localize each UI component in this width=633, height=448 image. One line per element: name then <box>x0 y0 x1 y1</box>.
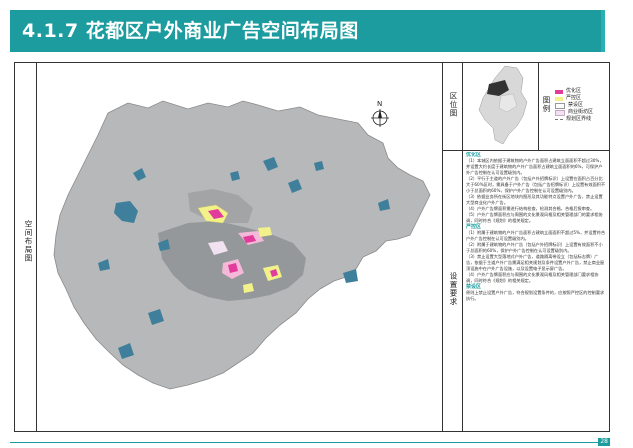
district-map: N <box>53 100 431 390</box>
location-label-sep <box>462 62 463 150</box>
notes-label: 设置要求 <box>449 272 458 306</box>
legend-item: 商业街坊区 <box>555 109 593 116</box>
legend: 优化区 严控区 禁设区 商业街坊区 规划区界线 <box>555 88 593 123</box>
left-strip-label: 空间布局图 <box>24 220 33 263</box>
notes-paragraph: （4）户外广告牌面积应与周围的文化景观风格及相关管理部门要求相协调，同时符合《规… <box>466 272 599 283</box>
location-map <box>478 65 528 145</box>
legend-item: 禁设区 <box>555 102 593 109</box>
legend-item: 优化区 <box>555 88 593 95</box>
page-number: 28 <box>598 438 610 446</box>
legend-label: 图例 <box>542 96 551 113</box>
notes-paragraph: （3）依据业务所在街区地块内图形及其功能特点设置户外广告，禁止设置大型商业化户外… <box>466 194 603 205</box>
notes-paragraph: （1）附属于建筑物的户外广告面积占建筑立面面积不超过5%，并设置符合户外广告控制… <box>466 230 606 241</box>
footer-line <box>10 442 610 443</box>
legend-item: 规划区界线 <box>555 116 593 123</box>
legend-label-sep <box>538 62 539 150</box>
legend-label: 规划区界线 <box>566 116 592 122</box>
notes-paragraph: （2）平行于主道的户外广告（包括户外招牌标识）上设置在面积占百分比大于60%区时… <box>466 176 606 193</box>
notes-panel: 优化区 （1）本城区内依据于建筑物的户外广告面积占建筑立面面积不超过30%，并设置… <box>466 152 606 322</box>
legend-swatch <box>555 102 565 109</box>
map-divider <box>442 62 443 432</box>
notes-paragraph: （3）禁止设置大型落地式户外广告，道路隔离带设立（包括标志牌）广告，依据于主道户… <box>466 254 605 271</box>
legend-label: 商业街坊区 <box>568 109 594 115</box>
legend-swatch <box>555 119 563 120</box>
legend-swatch <box>555 96 563 101</box>
legend-label: 严控区 <box>566 95 582 101</box>
notes-paragraph: （2）附属于建筑物的户外广告（包括户外招牌标识）上设置有效面积不小于总面积的60… <box>466 242 603 253</box>
legend-swatch <box>555 89 563 94</box>
page-title: 4.1.7 花都区户外商业广告空间布局图 <box>22 20 359 42</box>
notes-paragraph: （1）本城区内依据于建筑物的户外广告面积占建筑立面面积不超过30%，并设置大约长… <box>466 158 604 175</box>
notes-paragraph: （5）户外广告牌面积应与周围的文化景观风格及相关管理部门的要求相协调，同时符合《… <box>466 212 603 223</box>
header-tab <box>605 10 613 52</box>
legend-item: 严控区 <box>555 95 593 102</box>
page-header: 4.1.7 花都区户外商业广告空间布局图 <box>10 10 613 52</box>
notes-paragraph: 原则上禁止设置户外广告，符合规划设置条件的，应按照严控区的控制要求执行。 <box>466 290 605 301</box>
legend-label: 优化区 <box>566 88 582 94</box>
north-label: N <box>377 100 382 108</box>
panel-separator <box>443 150 610 151</box>
legend-swatch <box>555 109 565 116</box>
north-arrow-icon <box>371 109 389 127</box>
location-map-label: 区位图 <box>449 92 458 118</box>
notes-label-sep <box>462 150 463 432</box>
legend-label: 禁设区 <box>568 102 584 108</box>
